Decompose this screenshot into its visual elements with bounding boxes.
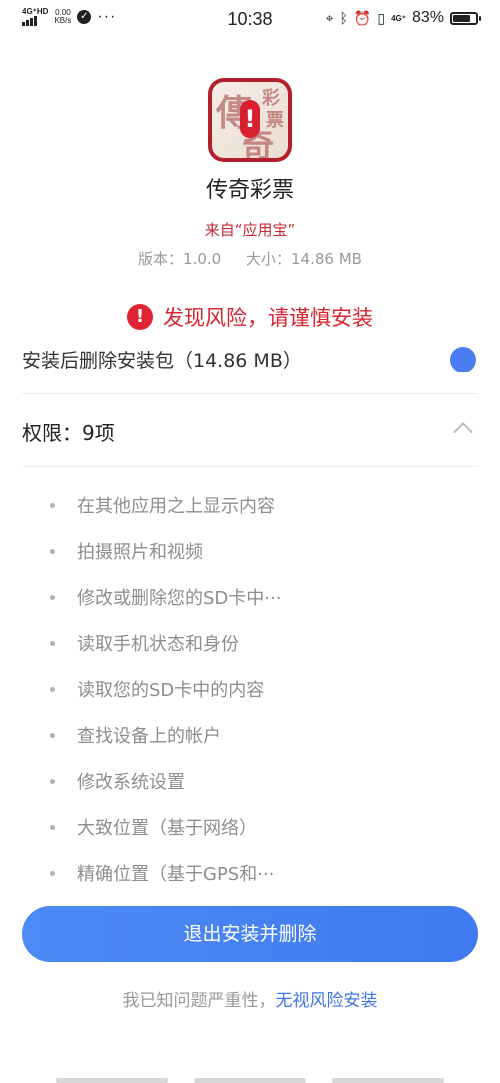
nav-hint-bar (332, 1078, 444, 1083)
battery-icon (450, 11, 481, 25)
risk-acknowledge-line: 我已知问题严重性，无视风险安装 (0, 986, 500, 1011)
app-meta: 版本：1.0.0 大小：14.86 MB (0, 248, 500, 269)
app-version: 版本：1.0.0 (138, 250, 222, 268)
permission-item: 修改或删除您的SD卡中··· (22, 574, 478, 620)
divider (22, 466, 478, 467)
status-bar: 4G⁺HD 0.00 KB/s ✓ ··· 10:38 ⌖ ᛒ ⏰ ▯ 4G⁺ … (0, 0, 500, 40)
bullet-icon (50, 594, 55, 600)
app-icon: 傳 奇 彩 票 ! (208, 78, 292, 162)
permission-label: 修改或删除您的SD卡中··· (77, 588, 282, 609)
bullet-icon (50, 686, 55, 692)
permission-item: 修改系统设置 (22, 758, 478, 804)
risk-warning-text: 发现风险，请谨慎安装 (163, 306, 373, 330)
bullet-icon (50, 502, 55, 508)
risk-warning: ! 发现风险，请谨慎安装 (0, 302, 500, 332)
delete-package-row[interactable]: 安装后删除安装包（14.86 MB） (22, 342, 478, 372)
acknowledge-text: 我已知问题严重性， (122, 991, 276, 1011)
bullet-icon (50, 732, 55, 738)
permission-label: 拍摄照片和视频 (77, 542, 203, 563)
bullet-icon (50, 640, 55, 646)
bullet-icon (50, 870, 55, 876)
divider (22, 393, 478, 394)
vibrate-icon: ▯ (377, 9, 386, 26)
location-icon: ⌖ (325, 9, 334, 26)
chevron-up-icon[interactable] (453, 422, 473, 442)
permissions-header[interactable]: 权限：9项 (22, 395, 478, 465)
bullet-icon (50, 824, 55, 830)
network-4g-label: 4G⁺ (391, 13, 406, 23)
ignore-risk-install-link[interactable]: 无视风险安装 (276, 991, 378, 1011)
permission-item: 精确位置（基于GPS和··· (22, 850, 478, 896)
permission-item: 在其他应用之上显示内容 (22, 482, 478, 528)
permission-item: 读取您的SD卡中的内容 (22, 666, 478, 712)
bullet-icon (50, 778, 55, 784)
permission-item: 读取手机状态和身份 (22, 620, 478, 666)
permission-label: 精确位置（基于GPS和··· (77, 864, 275, 885)
app-icon-artwork: 傳 奇 彩 票 ! (212, 82, 288, 158)
battery-fill (453, 14, 470, 22)
permission-label: 大致位置（基于网络） (77, 818, 257, 839)
permission-label: 查找设备上的帐户 (77, 726, 221, 747)
permission-label: 读取手机状态和身份 (77, 634, 239, 655)
exit-install-delete-button[interactable]: 退出安装并删除 (22, 906, 478, 962)
bullet-icon (50, 548, 55, 554)
permission-item: 查找设备上的帐户 (22, 712, 478, 758)
status-right: ⌖ ᛒ ⏰ ▯ 4G⁺ 83% (325, 9, 481, 27)
permission-label: 修改系统设置 (77, 772, 185, 793)
permission-label: 读取您的SD卡中的内容 (77, 680, 265, 701)
risk-alert-icon: ! (127, 304, 153, 330)
permission-label: 在其他应用之上显示内容 (77, 496, 275, 517)
delete-package-label: 安装后删除安装包（14.86 MB） (22, 350, 302, 372)
permissions-title: 权限：9项 (22, 421, 115, 445)
permissions-list: 在其他应用之上显示内容 拍摄照片和视频 修改或删除您的SD卡中··· 读取手机状… (22, 482, 478, 896)
app-source: 来自“应用宝” (204, 221, 296, 239)
app-icon-char: 票 (266, 110, 284, 131)
nav-hint-bar (194, 1078, 306, 1083)
permission-item: 大致位置（基于网络） (22, 804, 478, 850)
warning-exclamation-icon: ! (240, 100, 260, 138)
delete-package-toggle[interactable] (450, 347, 476, 372)
app-size: 大小：14.86 MB (246, 250, 362, 268)
bluetooth-icon: ᛒ (339, 10, 348, 26)
permission-item: 拍摄照片和视频 (22, 528, 478, 574)
nav-hint-bar (56, 1078, 168, 1083)
app-name: 传奇彩票 (205, 178, 294, 203)
alarm-icon: ⏰ (353, 9, 372, 26)
battery-percent: 83% (411, 9, 444, 26)
